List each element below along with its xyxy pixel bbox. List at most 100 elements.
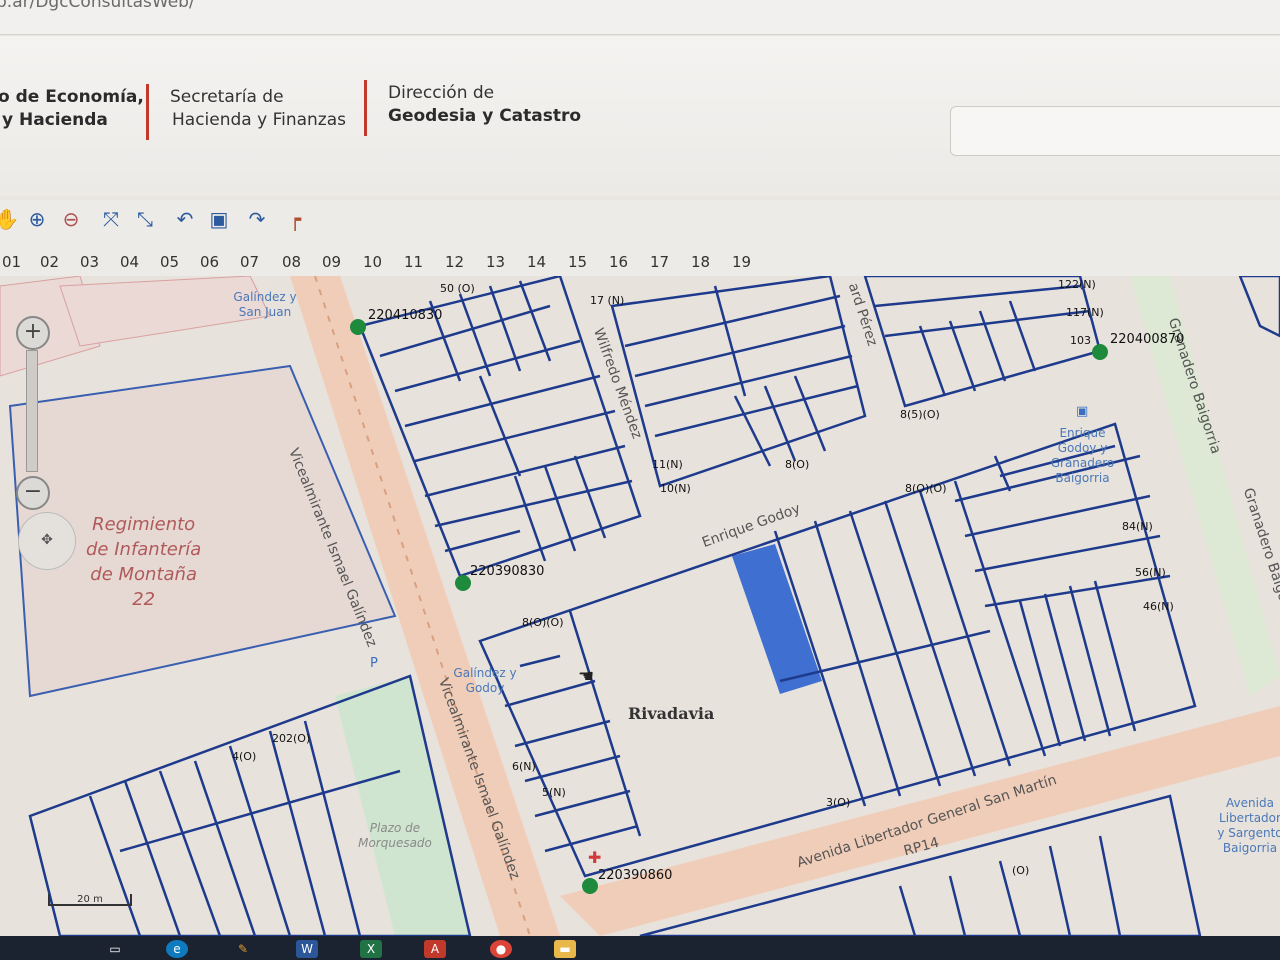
zoom-in-icon[interactable]: ⊕ — [24, 206, 50, 232]
org-geodesia-line1: Dirección de — [388, 83, 495, 103]
layer-tab[interactable]: 16 — [609, 253, 628, 271]
org-economia-line2: y Hacienda — [2, 110, 108, 130]
undo-icon[interactable]: ↶ — [172, 206, 198, 232]
layer-tab[interactable]: 17 — [650, 253, 669, 271]
parcel-label: 17 (N) — [590, 294, 625, 307]
zoom-minus-button[interactable]: − — [16, 476, 50, 510]
hospital-icon[interactable]: ✚ — [588, 848, 601, 867]
parcel-label: 5(N) — [542, 786, 566, 799]
regiment-label: Regimiento de Infantería de Montaña 22 — [86, 512, 201, 612]
layer-tab[interactable]: 14 — [527, 253, 546, 271]
redo-icon[interactable]: ↷ — [244, 206, 270, 232]
header-divider — [364, 80, 367, 136]
parcel-label: 46(N) — [1143, 600, 1174, 613]
layer-tab[interactable]: 15 — [568, 253, 587, 271]
regiment-label-line: Regimiento — [92, 514, 196, 535]
parcel-label: 103 — [1070, 334, 1091, 347]
locality-label: Rivadavia — [628, 704, 715, 723]
layer-tab[interactable]: 07 — [240, 253, 259, 271]
layer-tab[interactable]: 11 — [404, 253, 423, 271]
parcel-label: 8(O)(O) — [522, 616, 564, 629]
zoom-extent-icon[interactable]: ⤡ — [132, 206, 158, 232]
layer-tab[interactable]: 03 — [80, 253, 99, 271]
layer-tab[interactable]: 19 — [732, 253, 751, 271]
pan-control[interactable]: ✥ — [18, 512, 76, 570]
map-toolbar: ✋ ⊕ ⊖ ⤧ ⤡ ↶ ▣ ↷ ┍ — [0, 200, 1280, 244]
scale-label: 20 m — [77, 894, 103, 905]
parcel-label: 117(N) — [1066, 306, 1104, 319]
parcel-label: 50 (O) — [440, 282, 475, 295]
select-icon[interactable]: ▣ — [206, 206, 232, 232]
parcel-label: (O) — [1012, 864, 1030, 877]
scale-bar: 20 m — [48, 894, 132, 906]
highlighted-parcel — [732, 544, 822, 694]
header-divider — [146, 84, 149, 140]
task-view-icon[interactable]: ▭ — [104, 940, 126, 958]
layer-tab[interactable]: 18 — [691, 253, 710, 271]
layer-tab[interactable]: 06 — [200, 253, 219, 271]
hand-cursor-icon: ☚ — [578, 666, 595, 687]
acrobat-icon[interactable]: A — [424, 940, 446, 958]
layer-tab[interactable]: 12 — [445, 253, 464, 271]
layer-number-bar: 01 02 03 04 05 06 07 08 09 10 11 12 13 1… — [0, 244, 1280, 276]
layer-tab[interactable]: 09 — [322, 253, 341, 271]
zoom-plus-button[interactable]: + — [16, 316, 50, 350]
zoom-slider[interactable] — [26, 350, 38, 472]
survey-point — [1092, 344, 1108, 360]
parcel-code: 220400870 — [1110, 332, 1185, 347]
parcel-code: 220390860 — [598, 868, 673, 883]
parcel-label: 11(N) — [652, 458, 683, 471]
parcel-label: 8(O)(O) — [905, 482, 947, 495]
parcel-label: 84(N) — [1122, 520, 1153, 533]
edge-icon[interactable]: e — [166, 940, 188, 958]
excel-icon[interactable]: X — [360, 940, 382, 958]
cadastral-map[interactable]: + − ✥ Regimiento de Infantería de Montañ… — [0, 276, 1280, 936]
parcel-label: 6(N) — [512, 760, 536, 773]
parcel-label: 8(5)(O) — [900, 408, 940, 421]
survey-point — [455, 575, 471, 591]
regiment-label-line: 22 — [132, 589, 156, 610]
full-extent-icon[interactable]: ⤧ — [98, 206, 124, 232]
pen-icon[interactable]: ✎ — [232, 940, 254, 958]
word-icon[interactable]: W — [296, 940, 318, 958]
search-input[interactable] — [950, 106, 1280, 156]
layer-tab[interactable]: 02 — [40, 253, 59, 271]
parcel-label: 202(O) — [272, 732, 311, 745]
layer-tab[interactable]: 13 — [486, 253, 505, 271]
parcel-label: 3(O) — [826, 796, 851, 809]
poi-galindez-san-juan: Galíndez y San Juan — [233, 290, 297, 319]
poi-avenida: Avenida Libertador y Sargento Baigorria — [1217, 796, 1280, 855]
layer-tab[interactable]: 01 — [2, 253, 21, 271]
parcel-label: 8(O) — [785, 458, 810, 471]
url-text: b.ar/DgcConsultasWeb/ — [0, 0, 195, 12]
regiment-label-line: de Montaña — [90, 564, 197, 585]
parcel-label: 122(N) — [1058, 278, 1096, 291]
zoom-out-icon[interactable]: ⊖ — [58, 206, 84, 232]
layer-tab[interactable]: 10 — [363, 253, 382, 271]
bus-stop-icon[interactable]: ▣ — [1076, 404, 1088, 419]
poi-galindez-godoy: Galíndez y Godoy — [453, 666, 517, 695]
poi-plazo: Plazo de Morquesado — [358, 821, 432, 850]
url-bar[interactable]: b.ar/DgcConsultasWeb/ — [0, 0, 1280, 35]
parking-icon[interactable]: P — [370, 656, 378, 671]
poi-godoy-granadero: Enrique Godoy y Granadero Baigorria — [1050, 426, 1115, 485]
parcel-label: 56(N) — [1135, 566, 1166, 579]
org-geodesia-line2: Geodesia y Catastro — [388, 106, 582, 126]
survey-point — [350, 319, 366, 335]
parcel-label: 10(N) — [660, 482, 691, 495]
taskbar: ▭ e ✎ W X A ● ▬ — [0, 936, 1280, 960]
site-header: o de Economía, y Hacienda Secretaría de … — [0, 36, 1280, 196]
parcel-code: 220390830 — [470, 564, 545, 579]
layer-tab[interactable]: 04 — [120, 253, 139, 271]
layer-tab[interactable]: 08 — [282, 253, 301, 271]
survey-point — [582, 878, 598, 894]
measure-icon[interactable]: ┍ — [282, 206, 308, 232]
parcel-label: 4(O) — [232, 750, 257, 763]
parcel-code: 220410830 — [368, 308, 443, 323]
org-economia-line1: o de Economía, — [0, 87, 144, 107]
org-secretaria-line2: Hacienda y Finanzas — [172, 110, 347, 130]
folder-icon[interactable]: ▬ — [554, 940, 576, 958]
layer-tab[interactable]: 05 — [160, 253, 179, 271]
pan-icon[interactable]: ✋ — [0, 206, 20, 232]
chrome-icon[interactable]: ● — [490, 940, 512, 958]
